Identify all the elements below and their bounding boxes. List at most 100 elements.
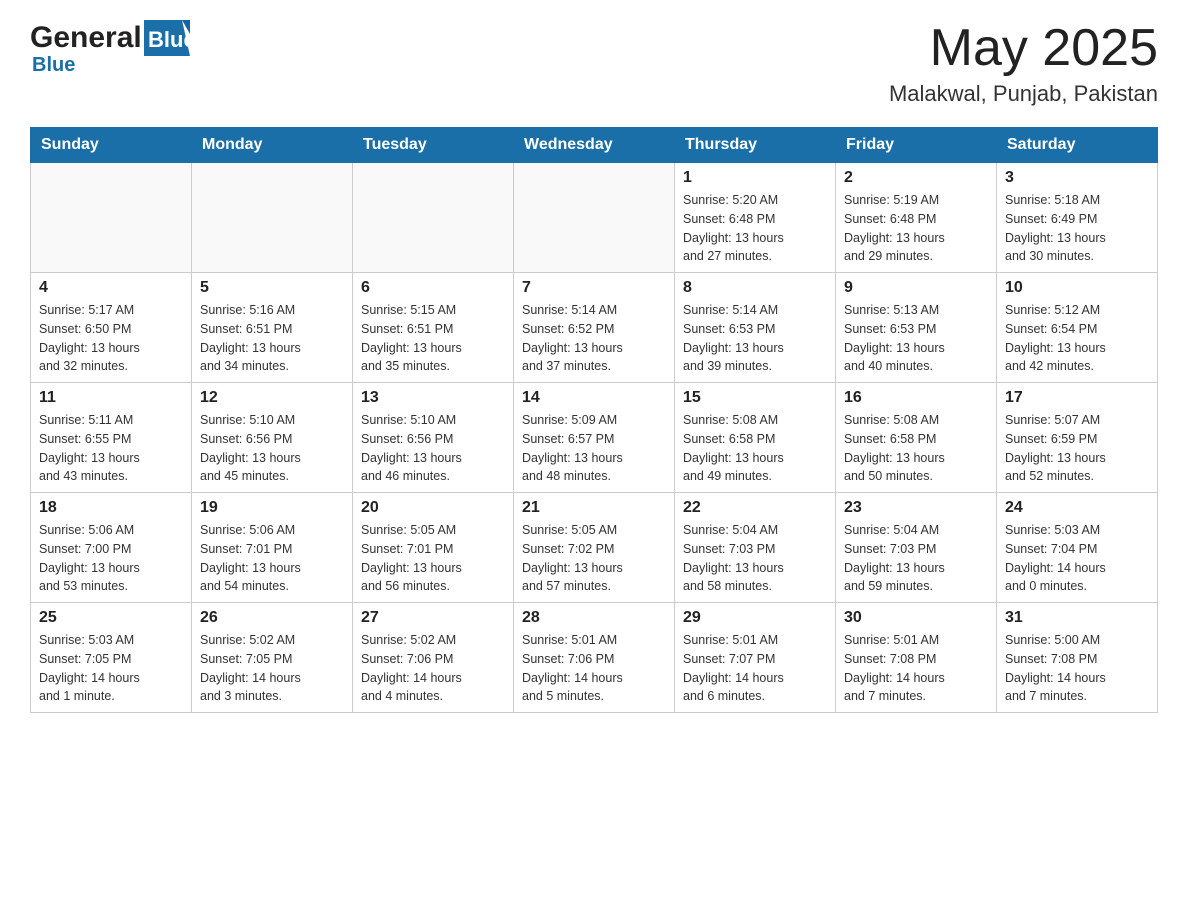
calendar-cell-2-3: 14 Sunrise: 5:09 AM Sunset: 6:57 PM Dayli… (514, 383, 675, 493)
calendar-cell-0-0 (31, 163, 192, 273)
logo-general-text: General (30, 21, 142, 55)
day-info: Sunrise: 5:04 AM Sunset: 7:03 PM Dayligh… (844, 521, 988, 596)
calendar-cell-2-1: 12 Sunrise: 5:10 AM Sunset: 6:56 PM Dayli… (192, 383, 353, 493)
day-number: 20 (361, 499, 505, 517)
week-row-4: 18Sunrise: 5:06 AM Sunset: 7:00 PM Dayli… (31, 493, 1158, 603)
day-info: Sunrise: 5:05 AM Sunset: 7:01 PM Dayligh… (361, 521, 505, 596)
day-number: 13 (361, 389, 505, 407)
calendar-cell-4-4: 29Sunrise: 5:01 AM Sunset: 7:07 PM Dayli… (675, 603, 836, 713)
calendar-cell-4-3: 28Sunrise: 5:01 AM Sunset: 7:06 PM Dayli… (514, 603, 675, 713)
day-info: Sunrise: 5:05 AM Sunset: 7:02 PM Dayligh… (522, 521, 666, 596)
day-number: 17 (1005, 389, 1149, 407)
week-row-2: 4Sunrise: 5:17 AM Sunset: 6:50 PM Daylig… (31, 273, 1158, 383)
col-sunday: Sunday (31, 128, 192, 163)
calendar-cell-3-5: 23 Sunrise: 5:04 AM Sunset: 7:03 PM Dayli… (836, 493, 997, 603)
day-info: Sunrise: 5:07 AM Sunset: 6:59 PM Dayligh… (1005, 411, 1149, 486)
day-number: 21 (522, 499, 666, 517)
page-header: General Blue Blue May 2025 Malakwal, Pun… (30, 20, 1158, 107)
logo-blue-icon: Blue (144, 20, 190, 56)
day-info: Sunrise: 5:10 AM Sunset: 6:56 PM Dayligh… (200, 411, 344, 486)
day-number: 4 (39, 279, 183, 297)
calendar-cell-1-5: 9 Sunrise: 5:13 AM Sunset: 6:53 PM Daylig… (836, 273, 997, 383)
day-info: Sunrise: 5:13 AM Sunset: 6:53 PM Dayligh… (844, 301, 988, 376)
day-info: Sunrise: 5:01 AM Sunset: 7:06 PM Dayligh… (522, 631, 666, 706)
calendar-cell-1-6: 10 Sunrise: 5:12 AM Sunset: 6:54 PM Dayli… (997, 273, 1158, 383)
day-number: 25 (39, 609, 183, 627)
day-number: 22 (683, 499, 827, 517)
calendar-cell-4-1: 26 Sunrise: 5:02 AM Sunset: 7:05 PM Dayli… (192, 603, 353, 713)
calendar-cell-4-6: 31 Sunrise: 5:00 AM Sunset: 7:08 PM Dayli… (997, 603, 1158, 713)
day-number: 5 (200, 279, 344, 297)
calendar-cell-3-6: 24 Sunrise: 5:03 AM Sunset: 7:04 PM Dayli… (997, 493, 1158, 603)
day-info: Sunrise: 5:10 AM Sunset: 6:56 PM Dayligh… (361, 411, 505, 486)
day-number: 1 (683, 169, 827, 187)
day-number: 16 (844, 389, 988, 407)
day-info: Sunrise: 5:02 AM Sunset: 7:06 PM Dayligh… (361, 631, 505, 706)
day-number: 10 (1005, 279, 1149, 297)
col-friday: Friday (836, 128, 997, 163)
calendar-cell-3-2: 20 Sunrise: 5:05 AM Sunset: 7:01 PM Dayli… (353, 493, 514, 603)
calendar-table: Sunday Monday Tuesday Wednesday Thursday… (30, 127, 1158, 713)
day-number: 26 (200, 609, 344, 627)
day-info: Sunrise: 5:00 AM Sunset: 7:08 PM Dayligh… (1005, 631, 1149, 706)
day-info: Sunrise: 5:03 AM Sunset: 7:05 PM Dayligh… (39, 631, 183, 706)
logo-blue-label: Blue (32, 54, 75, 77)
day-info: Sunrise: 5:14 AM Sunset: 6:52 PM Dayligh… (522, 301, 666, 376)
month-year-title: May 2025 (889, 20, 1158, 77)
calendar-cell-3-0: 18Sunrise: 5:06 AM Sunset: 7:00 PM Dayli… (31, 493, 192, 603)
logo: General Blue Blue (30, 20, 190, 77)
col-thursday: Thursday (675, 128, 836, 163)
day-info: Sunrise: 5:01 AM Sunset: 7:07 PM Dayligh… (683, 631, 827, 706)
day-info: Sunrise: 5:14 AM Sunset: 6:53 PM Dayligh… (683, 301, 827, 376)
calendar-cell-3-4: 22 Sunrise: 5:04 AM Sunset: 7:03 PM Dayli… (675, 493, 836, 603)
day-number: 2 (844, 169, 988, 187)
title-block: May 2025 Malakwal, Punjab, Pakistan (889, 20, 1158, 107)
day-number: 24 (1005, 499, 1149, 517)
calendar-header-row: Sunday Monday Tuesday Wednesday Thursday… (31, 128, 1158, 163)
day-info: Sunrise: 5:11 AM Sunset: 6:55 PM Dayligh… (39, 411, 183, 486)
day-number: 19 (200, 499, 344, 517)
col-tuesday: Tuesday (353, 128, 514, 163)
day-info: Sunrise: 5:20 AM Sunset: 6:48 PM Dayligh… (683, 191, 827, 266)
day-number: 14 (522, 389, 666, 407)
day-info: Sunrise: 5:06 AM Sunset: 7:00 PM Dayligh… (39, 521, 183, 596)
calendar-cell-0-2 (353, 163, 514, 273)
col-wednesday: Wednesday (514, 128, 675, 163)
day-info: Sunrise: 5:03 AM Sunset: 7:04 PM Dayligh… (1005, 521, 1149, 596)
day-number: 27 (361, 609, 505, 627)
week-row-5: 25 Sunrise: 5:03 AM Sunset: 7:05 PM Dayli… (31, 603, 1158, 713)
calendar-cell-3-1: 19Sunrise: 5:06 AM Sunset: 7:01 PM Dayli… (192, 493, 353, 603)
day-number: 6 (361, 279, 505, 297)
day-info: Sunrise: 5:09 AM Sunset: 6:57 PM Dayligh… (522, 411, 666, 486)
calendar-cell-1-2: 6 Sunrise: 5:15 AM Sunset: 6:51 PM Daylig… (353, 273, 514, 383)
day-number: 12 (200, 389, 344, 407)
calendar-cell-4-0: 25 Sunrise: 5:03 AM Sunset: 7:05 PM Dayli… (31, 603, 192, 713)
location-subtitle: Malakwal, Punjab, Pakistan (889, 81, 1158, 107)
day-info: Sunrise: 5:08 AM Sunset: 6:58 PM Dayligh… (844, 411, 988, 486)
day-number: 15 (683, 389, 827, 407)
day-info: Sunrise: 5:08 AM Sunset: 6:58 PM Dayligh… (683, 411, 827, 486)
calendar-cell-0-6: 3Sunrise: 5:18 AM Sunset: 6:49 PM Daylig… (997, 163, 1158, 273)
calendar-cell-2-2: 13 Sunrise: 5:10 AM Sunset: 6:56 PM Dayli… (353, 383, 514, 493)
day-number: 9 (844, 279, 988, 297)
calendar-cell-0-5: 2 Sunrise: 5:19 AM Sunset: 6:48 PM Daylig… (836, 163, 997, 273)
col-monday: Monday (192, 128, 353, 163)
day-number: 8 (683, 279, 827, 297)
col-saturday: Saturday (997, 128, 1158, 163)
calendar-cell-1-3: 7Sunrise: 5:14 AM Sunset: 6:52 PM Daylig… (514, 273, 675, 383)
day-info: Sunrise: 5:02 AM Sunset: 7:05 PM Dayligh… (200, 631, 344, 706)
day-info: Sunrise: 5:01 AM Sunset: 7:08 PM Dayligh… (844, 631, 988, 706)
day-number: 11 (39, 389, 183, 407)
calendar-cell-4-5: 30 Sunrise: 5:01 AM Sunset: 7:08 PM Dayli… (836, 603, 997, 713)
week-row-1: 1 Sunrise: 5:20 AM Sunset: 6:48 PM Daylig… (31, 163, 1158, 273)
day-number: 23 (844, 499, 988, 517)
day-number: 31 (1005, 609, 1149, 627)
day-number: 30 (844, 609, 988, 627)
day-info: Sunrise: 5:12 AM Sunset: 6:54 PM Dayligh… (1005, 301, 1149, 376)
day-info: Sunrise: 5:16 AM Sunset: 6:51 PM Dayligh… (200, 301, 344, 376)
calendar-cell-2-4: 15 Sunrise: 5:08 AM Sunset: 6:58 PM Dayli… (675, 383, 836, 493)
day-info: Sunrise: 5:19 AM Sunset: 6:48 PM Dayligh… (844, 191, 988, 266)
day-info: Sunrise: 5:04 AM Sunset: 7:03 PM Dayligh… (683, 521, 827, 596)
day-info: Sunrise: 5:15 AM Sunset: 6:51 PM Dayligh… (361, 301, 505, 376)
calendar-cell-2-0: 11 Sunrise: 5:11 AM Sunset: 6:55 PM Dayli… (31, 383, 192, 493)
